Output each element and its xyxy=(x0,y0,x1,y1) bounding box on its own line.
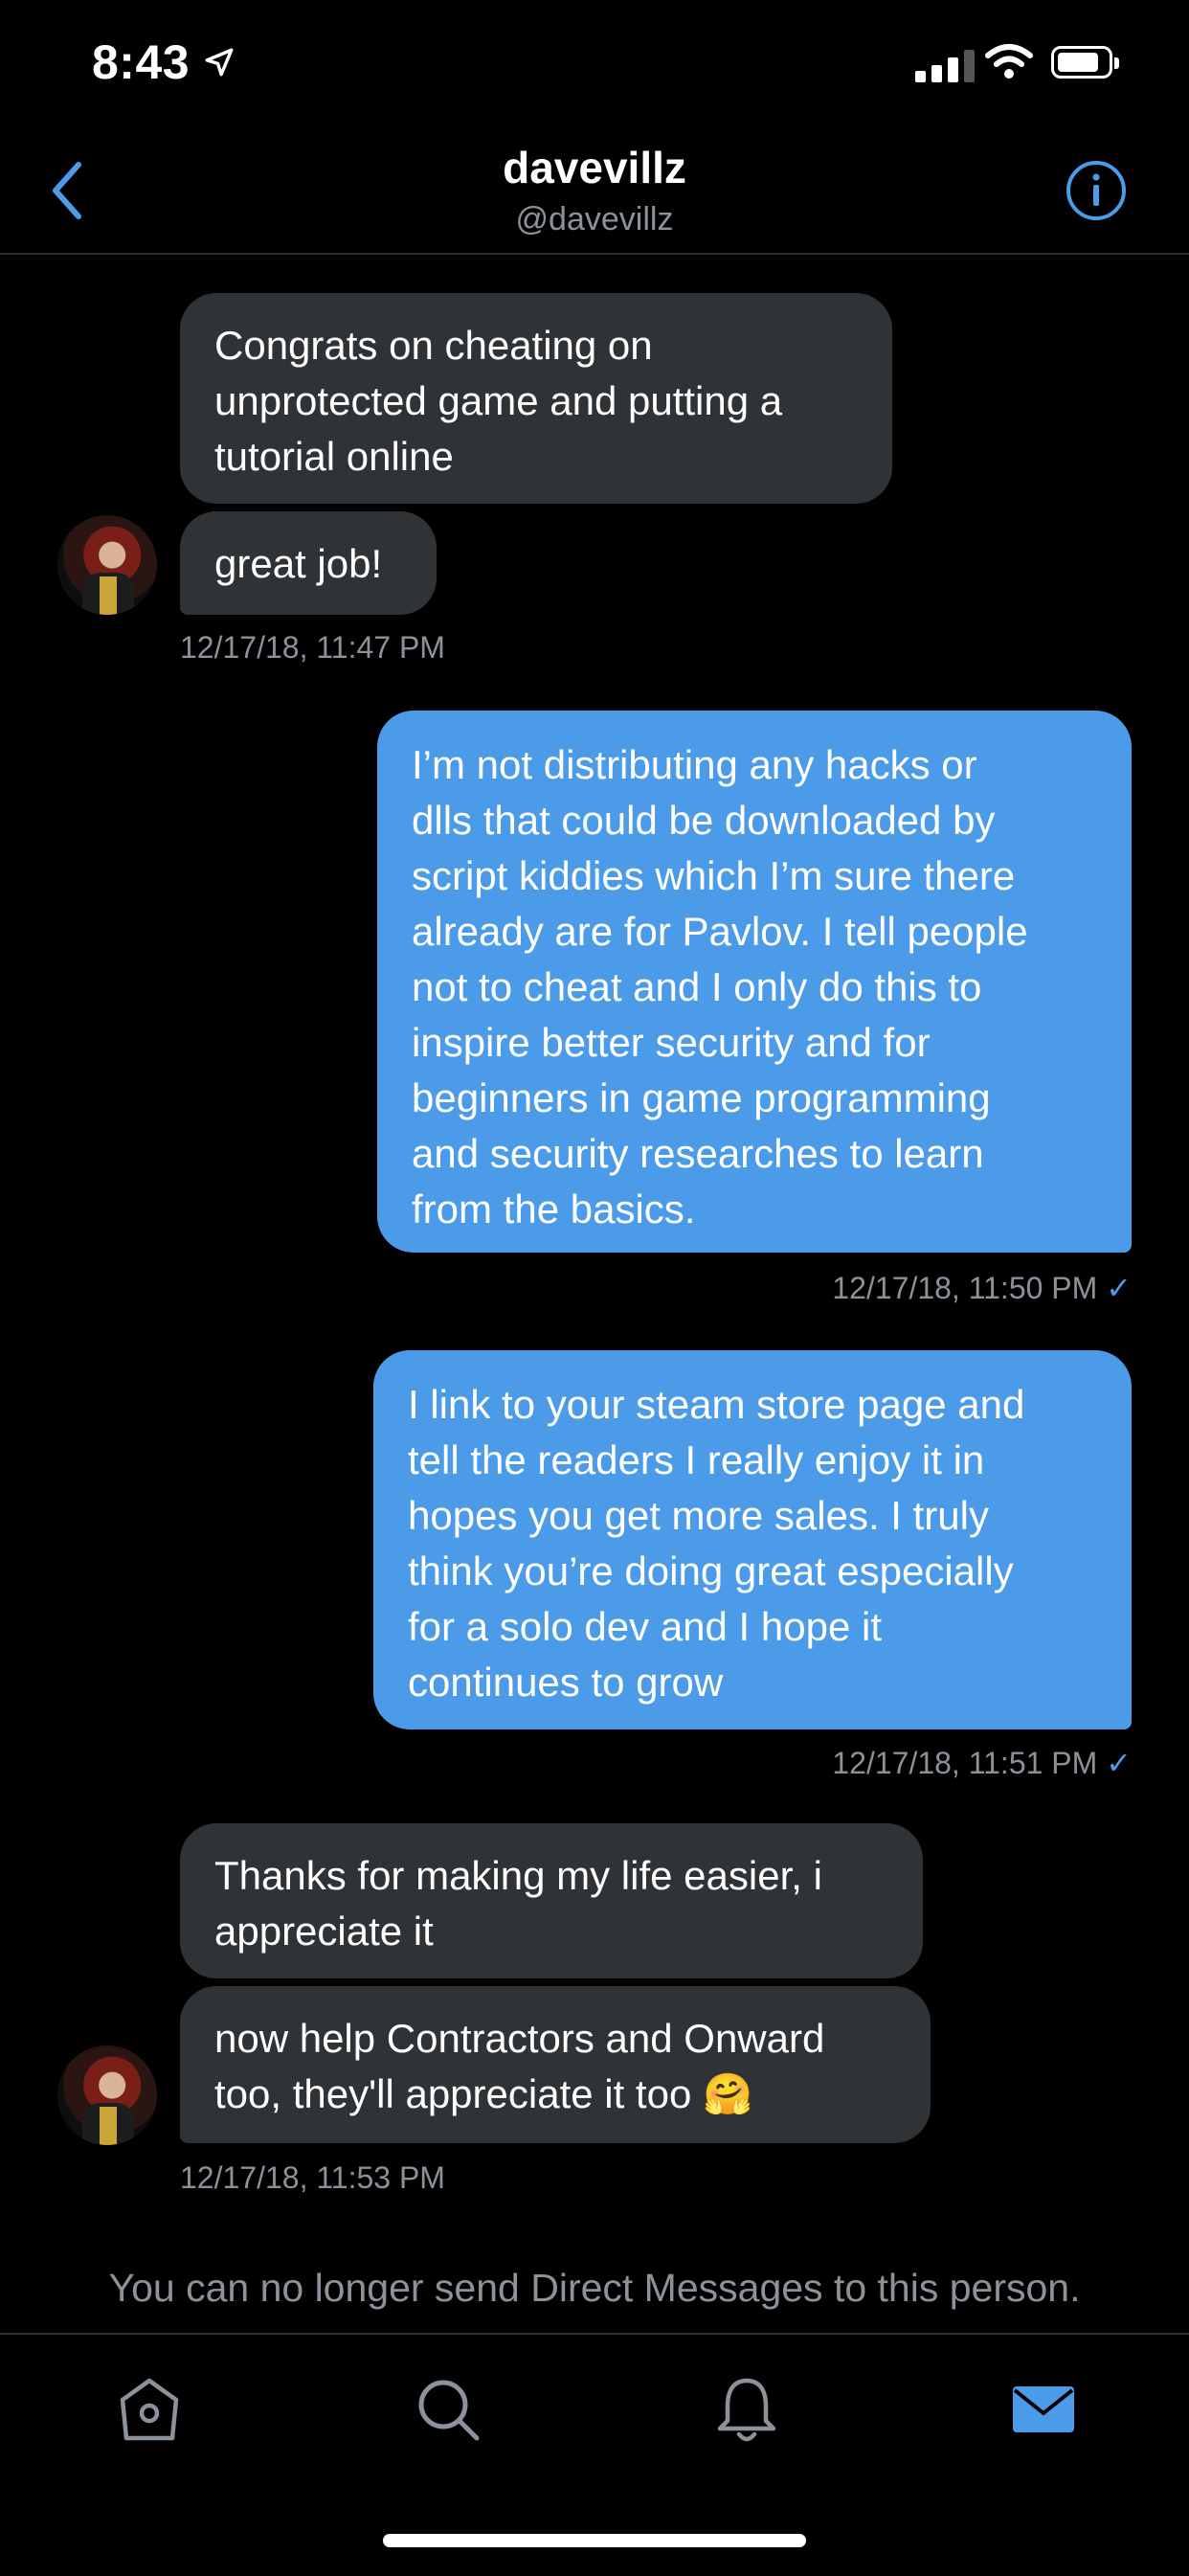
info-icon[interactable] xyxy=(1065,159,1128,222)
conversation-title: davevillz xyxy=(503,143,686,192)
search-icon[interactable] xyxy=(410,2371,486,2448)
read-check-icon: ✓ xyxy=(1106,1271,1132,1305)
message-timestamp: 12/17/18, 11:53 PM xyxy=(180,2160,445,2195)
message-timestamp: 12/17/18, 11:50 PM ✓ xyxy=(832,1270,1132,1306)
message-timestamp: 12/17/18, 11:51 PM ✓ xyxy=(832,1745,1132,1781)
status-time: 8:43 xyxy=(92,35,191,89)
avatar[interactable] xyxy=(57,2045,157,2145)
home-indicator xyxy=(383,2534,806,2547)
conversation-handle: @davevillz xyxy=(515,201,674,237)
message-timestamp: 12/17/18, 11:47 PM xyxy=(180,630,445,665)
message-bubble-sent[interactable]: I link to your steam store page and tell… xyxy=(373,1350,1132,1729)
home-icon[interactable] xyxy=(111,2371,188,2448)
message-bubble-sent[interactable]: I’m not distributing any hacks or dlls t… xyxy=(377,711,1132,1253)
avatar[interactable] xyxy=(57,515,157,615)
message-bubble-received[interactable]: Thanks for making my life easier, i appr… xyxy=(180,1823,923,1978)
wifi-icon xyxy=(985,44,1033,79)
cellular-signal-icon xyxy=(915,50,975,82)
message-bubble-received[interactable]: great job! xyxy=(180,511,437,615)
notifications-icon[interactable] xyxy=(708,2371,785,2448)
message-bubble-received[interactable]: now help Contractors and Onward too, the… xyxy=(180,1986,931,2143)
message-bubble-received[interactable]: Congrats on cheating on unprotected game… xyxy=(180,293,892,504)
battery-icon xyxy=(1051,46,1119,79)
message-timestamp-text: 12/17/18, 11:50 PM xyxy=(832,1271,1098,1305)
header-divider xyxy=(0,253,1189,255)
message-timestamp-text: 12/17/18, 11:51 PM xyxy=(832,1746,1098,1780)
read-check-icon: ✓ xyxy=(1106,1746,1132,1780)
messages-icon[interactable] xyxy=(1005,2371,1082,2448)
location-arrow-icon xyxy=(205,48,234,77)
dm-disabled-notice: You can no longer send Direct Messages t… xyxy=(108,2266,1081,2310)
